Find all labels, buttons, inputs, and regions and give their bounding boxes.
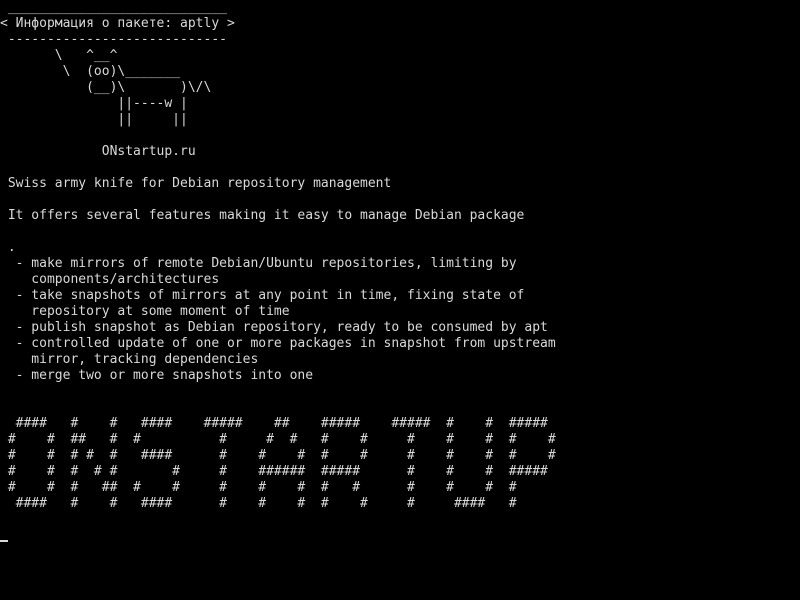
cow-ascii-line: \ ^__^: [0, 48, 118, 63]
feature-line: repository at some moment of time: [0, 304, 290, 319]
feature-line: - controlled update of one or more packa…: [0, 336, 556, 351]
package-description: It offers several features making it eas…: [0, 208, 525, 223]
cowsay-bubble-text: < Информация о пакете: aptly >: [0, 16, 235, 31]
cow-ascii-line: (__)\ )\/\: [0, 80, 212, 95]
banner-ascii-line: # # # # # # # ###### ##### # # # #####: [0, 464, 548, 479]
cow-ascii-line: ||----w |: [0, 96, 188, 111]
banner-ascii-line: #### # # #### ##### ## ##### ##### # # #…: [0, 416, 548, 431]
feature-line: components/architectures: [0, 272, 220, 287]
feature-line: mirror, tracking dependencies: [0, 352, 259, 367]
terminal-screen[interactable]: ____________________________ < Информаци…: [0, 0, 800, 600]
banner-ascii-line: #### # # #### # # # # # # #### #: [0, 496, 517, 511]
text-cursor: [0, 540, 8, 542]
feature-line: - make mirrors of remote Debian/Ubuntu r…: [0, 256, 517, 271]
feature-line: - publish snapshot as Debian repository,…: [0, 320, 548, 335]
banner-ascii-line: # # # # # #### # # # # # # # # # #: [0, 448, 556, 463]
feature-line: - merge two or more snapshots into one: [0, 368, 314, 383]
banner-ascii-line: # # ## # # # # # # # # # # # #: [0, 432, 556, 447]
feature-line: - take snapshots of mirrors at any point…: [0, 288, 525, 303]
cow-ascii-line: \ (oo)\_______: [0, 64, 181, 79]
cowsay-bubble-bottom: ----------------------------: [0, 32, 227, 47]
package-summary: Swiss army knife for Debian repository m…: [0, 176, 392, 191]
site-signature: ONstartup.ru: [0, 144, 196, 159]
cow-ascii-line: || ||: [0, 112, 188, 127]
banner-ascii-line: # # # ## # # # # # # # # # # #: [0, 480, 517, 495]
cowsay-bubble-top: ____________________________: [0, 0, 227, 15]
description-separator: .: [0, 240, 16, 255]
